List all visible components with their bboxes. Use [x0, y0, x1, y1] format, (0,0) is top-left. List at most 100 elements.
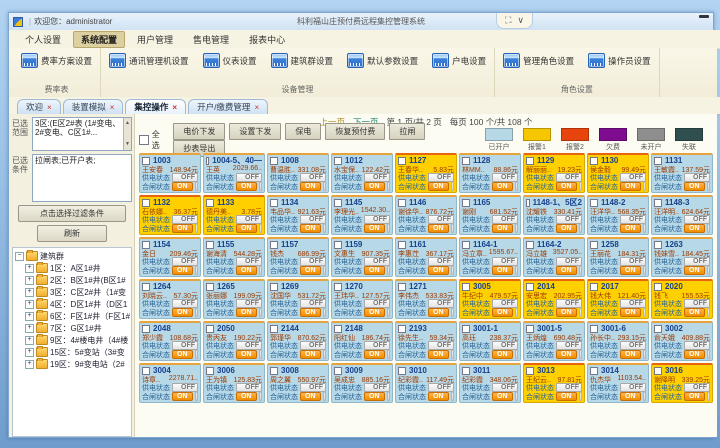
meter-cell[interactable]: 1154金日209.46元供电状态OFF合闸状态ON	[139, 237, 201, 277]
meter-cell[interactable]: 1131王敏霞..137.59元供电状态OFF合闸状态ON	[651, 153, 713, 193]
meter-cell[interactable]: 3009吴成忠885.16元供电状态OFF合闸状态ON	[331, 363, 393, 403]
cell-checkbox[interactable]	[334, 199, 342, 207]
expand-icon[interactable]: +	[25, 324, 34, 333]
gate-on-button[interactable]: ON	[364, 308, 385, 317]
gate-on-button[interactable]: ON	[620, 266, 641, 275]
gate-on-button[interactable]: ON	[364, 266, 385, 275]
gate-on-button[interactable]: ON	[684, 308, 705, 317]
cell-checkbox[interactable]	[590, 241, 598, 249]
gate-on-button[interactable]: ON	[300, 224, 321, 233]
power-off-indicator[interactable]: OFF	[556, 257, 582, 266]
cell-checkbox[interactable]	[142, 157, 150, 165]
power-off-indicator[interactable]: OFF	[236, 383, 262, 392]
meter-cell[interactable]: 2193徐先生..59.34元供电状态OFF合闸状态ON	[395, 321, 457, 361]
meter-cell[interactable]: 3001-6孙长中..293.15元供电状态OFF合闸状态ON	[587, 321, 649, 361]
toolbar-button[interactable]: 电价下发	[173, 123, 225, 140]
cell-checkbox[interactable]	[334, 283, 342, 291]
meter-cell[interactable]: 1265张丽娜199.09元供电状态OFF合闸状态ON	[203, 279, 265, 319]
toolbar-button[interactable]: 设置下发	[229, 123, 281, 140]
cell-checkbox[interactable]	[206, 199, 214, 207]
meter-cell[interactable]: 2020钱飞155.53元供电状态OFF合闸状态ON	[651, 279, 713, 319]
power-off-indicator[interactable]: OFF	[492, 299, 518, 308]
cell-checkbox[interactable]	[462, 157, 470, 165]
select-all[interactable]: 全选	[139, 129, 167, 151]
cell-checkbox[interactable]	[142, 283, 150, 291]
meter-cell[interactable]: 1008曹温胜..331.08元供电状态OFF合闸状态ON	[267, 153, 329, 193]
cell-checkbox[interactable]	[206, 157, 209, 165]
cell-checkbox[interactable]	[206, 241, 214, 249]
cell-checkbox[interactable]	[462, 283, 470, 291]
power-off-indicator[interactable]: OFF	[172, 173, 198, 182]
gate-on-button[interactable]: ON	[684, 350, 705, 359]
power-off-indicator[interactable]: OFF	[300, 341, 326, 350]
power-off-indicator[interactable]: OFF	[620, 299, 646, 308]
meter-cell[interactable]: 2048郑少霞108.68元供电状态OFF合闸状态ON	[139, 321, 201, 361]
tree-node[interactable]: +7区：G区1#井	[15, 322, 131, 334]
meter-cell[interactable]: 1129解丽丽..19.23元供电状态OFF合闸状态ON	[523, 153, 585, 193]
gate-on-button[interactable]: ON	[172, 182, 193, 191]
meter-cell[interactable]: 3004诗章..2278.71..供电状态OFF合闸状态ON	[139, 363, 201, 403]
cell-checkbox[interactable]	[398, 199, 406, 207]
power-off-indicator[interactable]: OFF	[364, 299, 390, 308]
meter-cell[interactable]: 1132石依娜..36.37元供电状态OFF合闸状态ON	[139, 195, 201, 235]
cell-checkbox[interactable]	[526, 157, 534, 165]
gate-on-button[interactable]: ON	[556, 266, 577, 275]
tab-close-icon[interactable]: ×	[172, 103, 177, 112]
minimize-icon[interactable]	[699, 15, 709, 18]
meter-cell[interactable]: 3011纪彩霞348.06元供电状态OFF合闸状态ON	[459, 363, 521, 403]
power-off-indicator[interactable]: OFF	[300, 383, 326, 392]
building-tree[interactable]: −建筑群+1区：A区1#井+2区：B区1#井(B区1#+3区：C区2#井（1#变…	[12, 247, 132, 437]
cell-checkbox[interactable]	[334, 325, 342, 333]
expand-icon[interactable]: +	[25, 360, 34, 369]
meter-cell[interactable]: 1269沈国华531.72元供电状态OFF合闸状态ON	[267, 279, 329, 319]
gate-on-button[interactable]: ON	[428, 224, 449, 233]
meter-cell[interactable]: 3016谢降明339.25元供电状态OFF合闸状态ON	[651, 363, 713, 403]
cell-checkbox[interactable]	[270, 325, 278, 333]
gate-on-button[interactable]: ON	[620, 392, 641, 401]
meter-cell[interactable]: 3008周之翼550.97元供电状态OFF合闸状态ON	[267, 363, 329, 403]
power-off-indicator[interactable]: OFF	[172, 215, 198, 224]
ribbon-button[interactable]: 通讯管理机设置	[107, 51, 191, 70]
gate-on-button[interactable]: ON	[428, 266, 449, 275]
meter-cell[interactable]: 3006王为镇125.83元供电状态OFF合闸状态ON	[203, 363, 265, 403]
gate-on-button[interactable]: ON	[236, 182, 257, 191]
gate-on-button[interactable]: ON	[556, 182, 577, 191]
gate-on-button[interactable]: ON	[428, 350, 449, 359]
cell-checkbox[interactable]	[590, 199, 598, 207]
power-off-indicator[interactable]: OFF	[684, 299, 710, 308]
meter-cell[interactable]: 3001-5王炳煌690.48元供电状态OFF合闸状态ON	[523, 321, 585, 361]
ribbon-button[interactable]: 操作员设置	[586, 51, 653, 70]
menu-item[interactable]: 用户管理	[129, 31, 181, 48]
power-off-indicator[interactable]: OFF	[172, 341, 198, 350]
cell-checkbox[interactable]	[462, 367, 470, 375]
cell-checkbox[interactable]	[398, 325, 406, 333]
meter-cell[interactable]: 1264刘晓云..57.30元供电状态OFF合闸状态ON	[139, 279, 201, 319]
power-off-indicator[interactable]: OFF	[492, 341, 518, 350]
meter-cell[interactable]: 1161李惠茳367.17元供电状态OFF合闸状态ON	[395, 237, 457, 277]
meter-cell[interactable]: 3013王纪云..97.81元供电状态OFF合闸状态ON	[523, 363, 585, 403]
select-all-checkbox[interactable]	[139, 135, 149, 145]
power-off-indicator[interactable]: OFF	[300, 173, 326, 182]
gate-on-button[interactable]: ON	[236, 224, 257, 233]
gate-on-button[interactable]: ON	[300, 182, 321, 191]
gate-on-button[interactable]: ON	[620, 350, 641, 359]
ribbon-button[interactable]: 仪表设置	[201, 51, 259, 70]
meter-cell[interactable]: 1127王春华..5.83元供电状态OFF合闸状态ON	[395, 153, 457, 193]
meter-cell[interactable]: 3010纪彩霞..117.49元供电状态OFF合闸状态ON	[395, 363, 457, 403]
meter-cell[interactable]: 1159文惠生907.35元供电状态OFF合闸状态ON	[331, 237, 393, 277]
tab-item[interactable]: 欢迎×	[17, 99, 61, 114]
meter-cell[interactable]: 1148-1、5区2沈耀铁330.41元供电状态OFF合闸状态ON	[523, 195, 585, 235]
cell-checkbox[interactable]	[462, 325, 470, 333]
cell-checkbox[interactable]	[654, 199, 662, 207]
gate-on-button[interactable]: ON	[556, 224, 577, 233]
meter-cell[interactable]: 1164-2冯立雄3527.05..供电状态OFF合闸状态ON	[523, 237, 585, 277]
selected-range-listbox[interactable]: 3区:(E区2#表 (1#变电、2#变电、C区1#... ▲▼	[32, 117, 132, 151]
meter-cell[interactable]: 1271李伟杰533.83元供电状态OFF合闸状态ON	[395, 279, 457, 319]
gate-on-button[interactable]: ON	[556, 308, 577, 317]
cell-checkbox[interactable]	[590, 325, 598, 333]
cell-checkbox[interactable]	[654, 325, 662, 333]
meter-cell[interactable]: 2144郭瑾华870.62元供电状态OFF合闸状态ON	[267, 321, 329, 361]
tree-node[interactable]: +6区：F区1#井（F区1#	[15, 310, 131, 322]
selected-filter-listbox[interactable]: 拉闸表;已开户表;	[32, 154, 132, 202]
cell-checkbox[interactable]	[206, 283, 214, 291]
